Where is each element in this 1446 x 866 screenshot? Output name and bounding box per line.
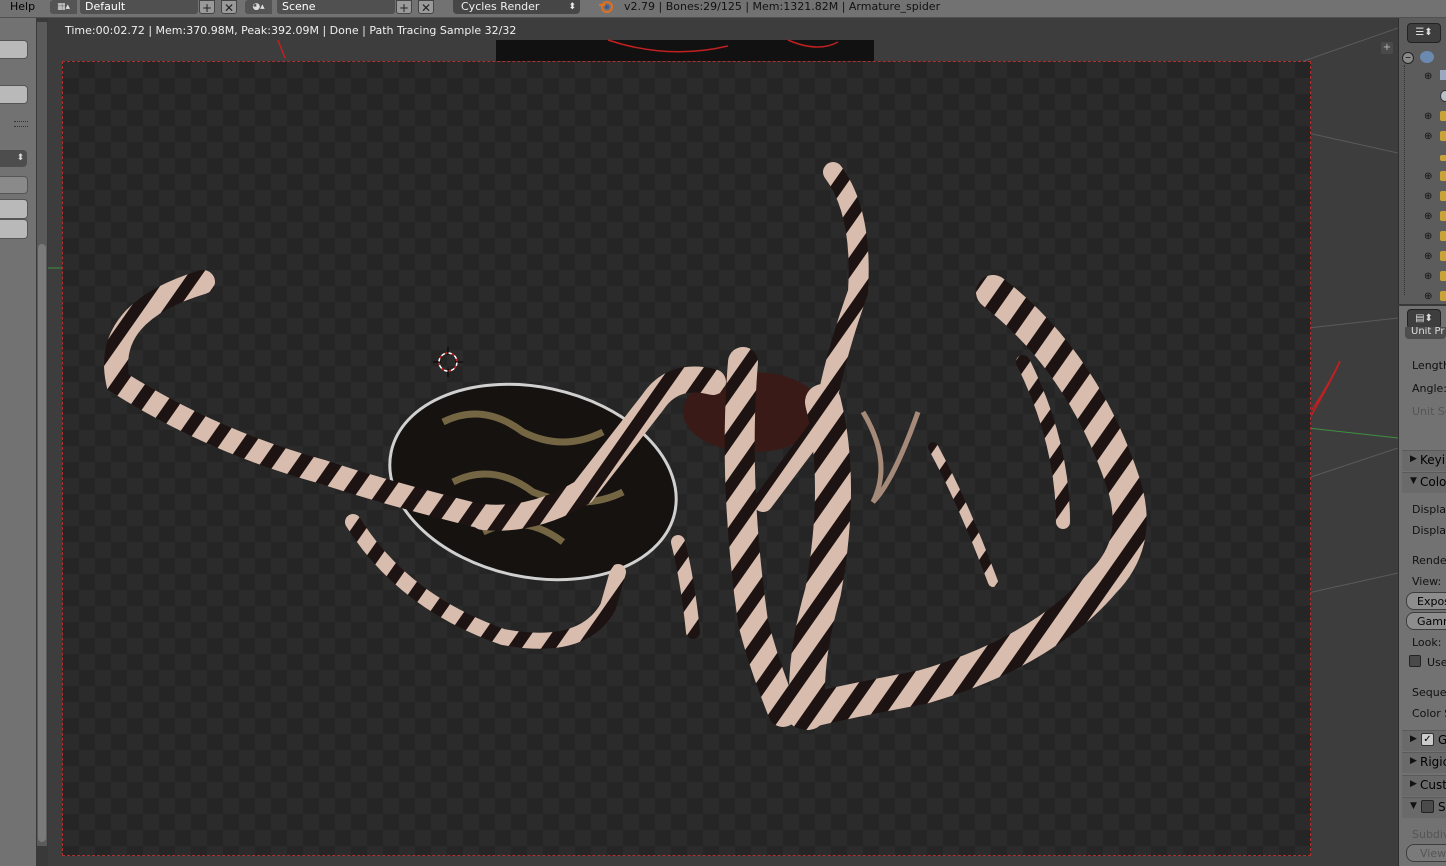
expand-icon[interactable]: ⊕ <box>1424 112 1434 122</box>
tool-button[interactable] <box>0 40 28 59</box>
use-curves-checkbox[interactable] <box>1409 655 1421 667</box>
display-device-label: Display <box>1412 503 1446 516</box>
expand-icon[interactable]: ⊕ <box>1424 232 1434 242</box>
render-engine-label: Cycles Render <box>461 0 540 13</box>
region-plus-icon[interactable]: + <box>1381 42 1393 54</box>
mesh-icon <box>1440 191 1446 201</box>
color-management-panel-label[interactable]: Colo <box>1420 475 1446 489</box>
expand-icon[interactable]: ⊕ <box>1424 132 1434 142</box>
spider-render <box>104 162 1147 730</box>
tool-button[interactable] <box>0 199 28 219</box>
object-icon <box>1440 111 1446 121</box>
blender-logo-icon <box>597 0 615 14</box>
mesh-icon <box>1440 231 1446 241</box>
gamma-label: Gamr <box>1417 615 1446 628</box>
chevron-updown-icon: ⬍ <box>568 2 576 12</box>
outliner-editor-type-icon[interactable]: ☰⬍ <box>1407 23 1441 43</box>
subdivision-label: Subdiv <box>1412 828 1446 841</box>
grip-icon[interactable] <box>14 121 28 127</box>
scene-stats: v2.79 | Bones:29/125 | Mem:1321.82M | Ar… <box>624 0 941 13</box>
expand-icon[interactable]: ⊕ <box>1424 292 1434 302</box>
mesh-icon <box>1440 211 1446 221</box>
expand-triangle-icon[interactable]: ▶ <box>1410 454 1417 464</box>
expand-icon[interactable]: ⊕ <box>1424 212 1434 222</box>
render-engine-dropdown[interactable]: Cycles Render ⬍ <box>453 0 580 14</box>
keying-sets-panel-label[interactable]: Keyi <box>1420 453 1445 467</box>
mesh-icon <box>1440 271 1446 281</box>
viewport-subdiv-label: View <box>1420 847 1446 860</box>
render-preview <box>62 61 1311 856</box>
tool-button[interactable] <box>0 85 28 104</box>
mesh-icon <box>1440 171 1446 181</box>
add-layout-button[interactable]: + <box>199 0 215 15</box>
render-status-text: Time:00:02.72 | Mem:370.98M, Peak:392.09… <box>65 24 517 37</box>
screen-layout-icon[interactable]: ▦▴ <box>50 0 77 14</box>
gravity-checkbox[interactable]: ✓ <box>1421 733 1434 746</box>
expand-icon[interactable]: ⊕ <box>1424 172 1434 182</box>
mesh-icon <box>1440 251 1446 261</box>
tool-button[interactable] <box>0 219 28 239</box>
tool-button[interactable] <box>0 176 28 194</box>
close-scene-button[interactable]: ✕ <box>418 0 434 15</box>
collapse-triangle-icon[interactable]: ▼ <box>1410 476 1417 486</box>
unit-scale-label: Unit Sc <box>1412 405 1446 418</box>
screen-layout-field[interactable]: Default <box>80 0 198 14</box>
expand-triangle-icon[interactable]: ▶ <box>1410 779 1417 789</box>
world-icon <box>1440 90 1446 102</box>
expand-triangle-icon[interactable]: ▶ <box>1410 734 1417 744</box>
view-label: View: <box>1412 575 1442 588</box>
scene-icon[interactable]: ◕▴ <box>245 0 272 14</box>
expand-icon[interactable]: ⊕ <box>1424 72 1434 82</box>
expand-icon[interactable]: ⊕ <box>1424 272 1434 282</box>
close-layout-button[interactable]: ✕ <box>221 0 237 15</box>
sequencer-label: Sequen <box>1412 686 1446 699</box>
collapse-scene-icon[interactable]: − <box>1402 52 1414 64</box>
scene-tree-icon <box>1420 51 1434 63</box>
length-label: Length <box>1412 359 1446 372</box>
object-icon <box>1440 131 1446 141</box>
expand-icon[interactable]: ⊕ <box>1424 252 1434 262</box>
look-label: Look: <box>1412 636 1442 649</box>
angle-label: Angle: <box>1412 382 1446 395</box>
expand-icon[interactable]: ⊕ <box>1424 192 1434 202</box>
exposure-label: Expos <box>1417 595 1446 608</box>
render-layers-icon <box>1440 70 1446 80</box>
use-curves-label: Use <box>1427 656 1446 669</box>
render-label: Render <box>1412 554 1446 567</box>
add-scene-button[interactable]: + <box>396 0 412 15</box>
help-menu[interactable]: Help <box>10 0 35 14</box>
custom-props-panel-label[interactable]: Cust <box>1420 778 1446 792</box>
scene-field[interactable]: Scene <box>277 0 395 14</box>
rigid-body-panel-label[interactable]: Rigic <box>1420 755 1446 769</box>
object-icon <box>1440 155 1446 161</box>
shelf-text-fragment <box>0 118 8 124</box>
gravity-panel-label[interactable]: G <box>1438 733 1446 747</box>
unit-presets-dropdown[interactable]: Unit Pr <box>1405 327 1446 339</box>
simplify-panel-label[interactable]: S <box>1438 800 1446 814</box>
tree-guide-line <box>1404 65 1406 295</box>
tool-shelf <box>0 18 36 866</box>
shelf-scrollbar-thumb[interactable] <box>38 244 46 842</box>
collapse-triangle-icon[interactable]: ▼ <box>1410 801 1417 811</box>
properties-editor-type-icon[interactable]: ▤⬍ <box>1407 309 1441 329</box>
color-space-label: Color S <box>1412 707 1446 720</box>
info-header: Help ▦▴ Default + ✕ ◕▴ Scene + ✕ Cycles … <box>0 0 1446 18</box>
simplify-checkbox[interactable] <box>1421 800 1434 813</box>
expand-triangle-icon[interactable]: ▶ <box>1410 756 1417 766</box>
3d-cursor-icon[interactable] <box>433 347 463 377</box>
mesh-icon <box>1440 291 1446 301</box>
display-label: Display <box>1412 524 1446 537</box>
shelf-dropdown[interactable]: ⬍ <box>0 150 27 167</box>
